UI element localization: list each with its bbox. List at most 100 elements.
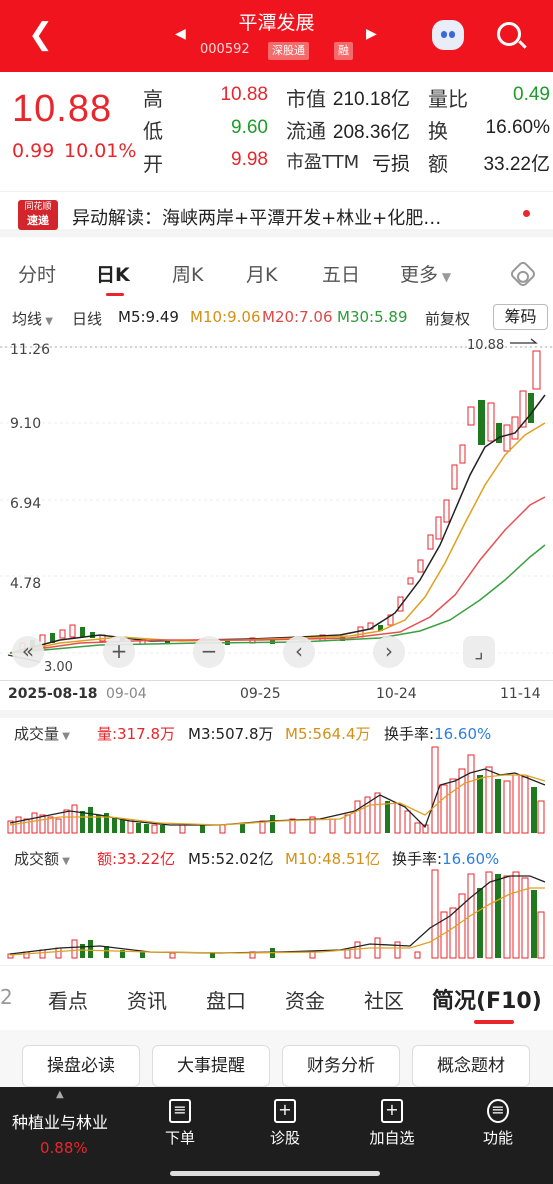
fullscreen-icon[interactable]: ⌟ [463, 636, 495, 668]
order-icon: ≡ [169, 1099, 191, 1123]
volume-chart [7, 746, 546, 834]
functions-button[interactable]: ≡ 功能 [463, 1099, 533, 1148]
tab-more[interactable]: 更多 ▼ [400, 260, 451, 287]
add-watchlist-icon: + [381, 1099, 403, 1123]
sector-name[interactable]: 种植业与林业 [12, 1109, 108, 1133]
current-price: 10.88 [12, 88, 113, 130]
amount-label: 额 [428, 152, 448, 176]
zoom-out-icon[interactable]: − [193, 636, 225, 668]
sector-change: 0.88% [40, 1139, 88, 1157]
hk-connect-badge: 深股通 [268, 42, 309, 60]
low-label: 低 [143, 119, 163, 143]
tab-f10-profile[interactable]: 简况(F10) [432, 983, 542, 1015]
move-left-icon[interactable]: ‹ [283, 636, 315, 668]
menu-icon: ≡ [487, 1099, 509, 1123]
move-right-icon[interactable]: › [373, 636, 405, 668]
search-icon[interactable] [497, 22, 521, 46]
tab-five-day[interactable]: 五日 [322, 260, 360, 287]
period-label: 日线 [72, 310, 103, 328]
float-value: 208.36亿 [332, 122, 410, 143]
tab-daily-k[interactable]: 日K [96, 260, 130, 287]
x-axis-date-3: 09-25 [240, 686, 281, 702]
volume-bars [7, 746, 545, 834]
news-logo: 同花顺 速递 [18, 200, 58, 230]
x-axis-date-2: 09-04 [106, 686, 147, 702]
amount-m5: M5:52.02亿 [188, 850, 274, 868]
trading-guide-button[interactable]: 操盘必读 [22, 1045, 140, 1087]
mcap-label: 市值 [286, 87, 326, 111]
low-value: 9.60 [231, 117, 268, 138]
amount-m10: M10:48.51亿 [285, 850, 381, 868]
amount-value-label: 额:33.22亿 [97, 850, 175, 868]
chip-button[interactable]: 筹码 [493, 304, 548, 330]
ma-selector[interactable]: 均线 ▼ [12, 308, 53, 329]
open-value: 9.98 [231, 149, 268, 170]
high-value: 10.88 [220, 84, 268, 105]
volume-value: 量:317.8万 [97, 725, 175, 743]
volume-ratio-label: 量比 [428, 87, 468, 111]
candles [19, 350, 541, 654]
ma20-value: M20:7.06 [262, 308, 333, 326]
volume-selector[interactable]: 成交量 ▼ [14, 723, 70, 744]
ma20-line [9, 496, 546, 654]
amount-selector[interactable]: 成交额 ▼ [14, 848, 70, 869]
add-watchlist-button[interactable]: + 加自选 [357, 1099, 427, 1148]
zoom-in-icon[interactable]: + [103, 636, 135, 668]
footer-bar: ▲ 种植业与林业 0.88% ≡ 下单 + 诊股 + 加自选 ≡ 功能 [0, 1087, 553, 1184]
tab-intraday[interactable]: 分时 [18, 260, 56, 287]
diagnose-icon: + [274, 1099, 296, 1123]
home-indicator [170, 1171, 380, 1176]
y-axis-tick-2: 9.10 [10, 416, 42, 432]
volume-m3: M3:507.8万 [188, 725, 274, 743]
tab-monthly-k[interactable]: 月K [246, 260, 277, 287]
tab-news[interactable]: 资讯 [127, 985, 167, 1014]
volume-turnover-label: 换手率:16.60% [384, 725, 492, 743]
header-bar: ❮ 平潭发展 ◀ ▶ 000592 深股通 融 [0, 0, 553, 72]
price-change: 0.99 [12, 140, 55, 162]
next-stock-icon[interactable]: ▶ [366, 26, 377, 42]
turnover-value: 16.60% [485, 117, 550, 138]
amount-value: 33.22亿 [483, 154, 550, 175]
mcap-value: 210.18亿 [332, 89, 410, 110]
financial-analysis-button[interactable]: 财务分析 [282, 1045, 400, 1087]
robot-assistant-icon[interactable] [432, 20, 464, 50]
tab-weekly-k[interactable]: 周K [172, 260, 203, 287]
news-text[interactable]: 异动解读：海峡两岸+平潭开发+林业+化肥… [72, 204, 441, 230]
settings-icon[interactable] [508, 259, 538, 289]
expand-up-icon[interactable]: ▲ [56, 1089, 64, 1100]
stock-name: 平潭发展 [238, 12, 315, 34]
high-label: 高 [143, 87, 163, 111]
stock-code: 000592 [200, 42, 250, 57]
ma10-value: M10:9.06 [190, 308, 261, 326]
pe-value: 亏损 [371, 154, 410, 175]
tab-funds[interactable]: 资金 [285, 985, 325, 1014]
amount-turnover-label: 换手率:16.60% [392, 850, 500, 868]
y-axis-tick-4: 4.78 [10, 576, 42, 592]
bottom-tab-underline [474, 1020, 514, 1024]
price-change-pct: 10.01% [64, 140, 137, 162]
prev-stock-icon[interactable]: ◀ [175, 26, 186, 42]
float-label: 流通 [286, 119, 326, 143]
volume-m5: M5:564.4万 [285, 725, 371, 743]
y-axis-tick-3: 6.94 [10, 496, 42, 512]
tab-partial[interactable]: 2 [0, 985, 13, 1009]
ma5-value: M5:9.49 [118, 308, 179, 326]
x-axis-start-date: 2025-08-18 [8, 686, 98, 702]
adjust-mode[interactable]: 前复权 [425, 308, 470, 329]
period-high-label: 10.88 [467, 338, 505, 353]
tab-community[interactable]: 社区 [364, 985, 404, 1014]
concept-themes-button[interactable]: 概念题材 [412, 1045, 530, 1087]
high-arrow-icon [510, 338, 538, 344]
x-axis-date-4: 10-24 [376, 686, 417, 702]
tab-highlights[interactable]: 看点 [48, 985, 88, 1014]
major-events-button[interactable]: 大事提醒 [152, 1045, 270, 1087]
x-axis-date-5: 11-14 [500, 686, 541, 702]
pe-label: 市盈TTM [286, 152, 360, 173]
ma30-value: M30:5.89 [337, 308, 408, 326]
tab-orderbook[interactable]: 盘口 [206, 985, 246, 1014]
amount-bars [7, 869, 545, 959]
order-button[interactable]: ≡ 下单 [145, 1099, 215, 1148]
open-label: 开 [143, 152, 163, 176]
diagnose-button[interactable]: + 诊股 [250, 1099, 320, 1148]
scroll-left-icon[interactable]: « [12, 636, 44, 668]
